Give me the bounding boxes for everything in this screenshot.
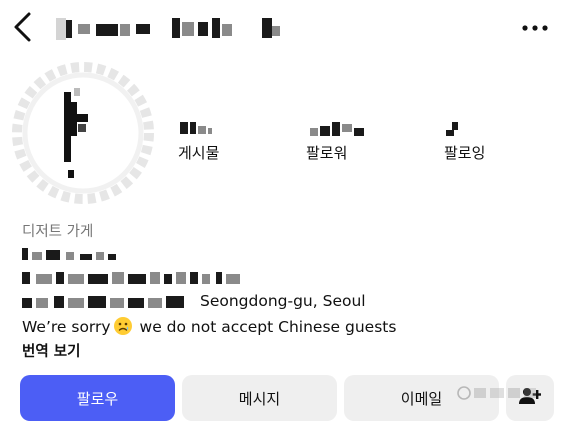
- top-bar: [0, 0, 573, 56]
- stat-following-count-censored: [444, 118, 534, 138]
- stat-followers[interactable]: 팔로워: [306, 118, 396, 163]
- profile-category: 디저트 가게: [22, 224, 94, 240]
- stat-posts[interactable]: 게시물: [178, 118, 268, 163]
- bio-line-censored: [22, 268, 252, 288]
- chevron-left-icon[interactable]: [10, 10, 36, 44]
- profile-location: Seongdong-gu, Seoul: [200, 292, 366, 310]
- see-translation-link[interactable]: 번역 보기: [22, 340, 80, 361]
- bio-notice: We’re sorry we do not accept Chinese gue…: [22, 316, 396, 336]
- stat-following[interactable]: 팔로잉: [444, 118, 534, 163]
- watermark-logo: [456, 384, 540, 406]
- stat-posts-label: 게시물: [178, 144, 220, 162]
- avatar[interactable]: [12, 62, 154, 204]
- bio-notice-text-end: we do not accept Chinese guests: [134, 318, 397, 336]
- stat-posts-count-censored: [178, 118, 268, 138]
- follow-button[interactable]: 팔로우: [20, 375, 175, 421]
- bio-notice-text-start: We’re sorry: [22, 318, 111, 336]
- stat-followers-label: 팔로워: [306, 144, 348, 162]
- bio-line-censored: [22, 244, 142, 264]
- stat-following-label: 팔로잉: [444, 144, 486, 162]
- message-button[interactable]: 메시지: [182, 375, 337, 421]
- more-horizontal-icon[interactable]: [518, 18, 554, 38]
- sad-face-emoji-icon: [113, 316, 133, 336]
- address-censored: [22, 292, 198, 312]
- stat-followers-count-censored: [306, 118, 396, 138]
